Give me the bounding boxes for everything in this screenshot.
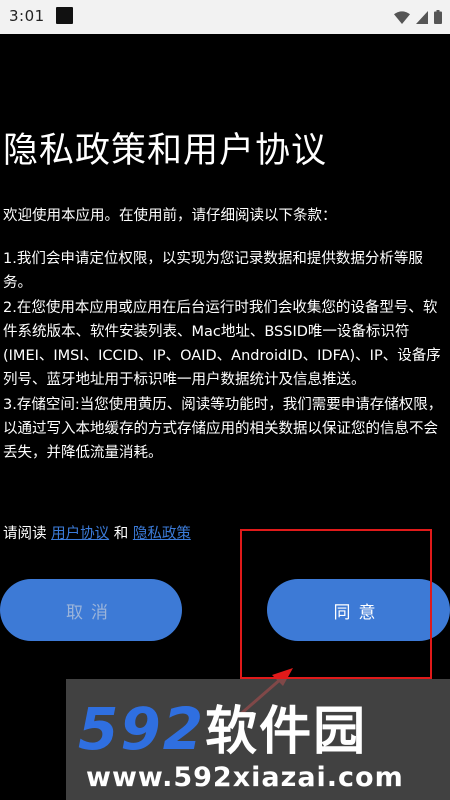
watermark: 592软件园 www.592xiazai.com [66, 679, 450, 800]
battery-icon [434, 10, 442, 24]
status-icons [394, 8, 442, 26]
privacy-dialog: 隐私政策和用户协议 欢迎使用本应用。在使用前，请仔细阅读以下条款： 1.我们会申… [0, 34, 450, 800]
signal-icon [416, 10, 428, 24]
watermark-url: www.592xiazai.com [86, 762, 404, 793]
wifi-icon [394, 10, 410, 24]
status-time: 3:01 [9, 7, 45, 25]
notification-icon [56, 7, 73, 24]
watermark-logo-text: 软件园 [205, 702, 368, 762]
status-bar: 3:01 [0, 0, 450, 34]
watermark-logo-number: 592 [78, 695, 206, 763]
watermark-logo: 592软件园 [78, 689, 367, 764]
